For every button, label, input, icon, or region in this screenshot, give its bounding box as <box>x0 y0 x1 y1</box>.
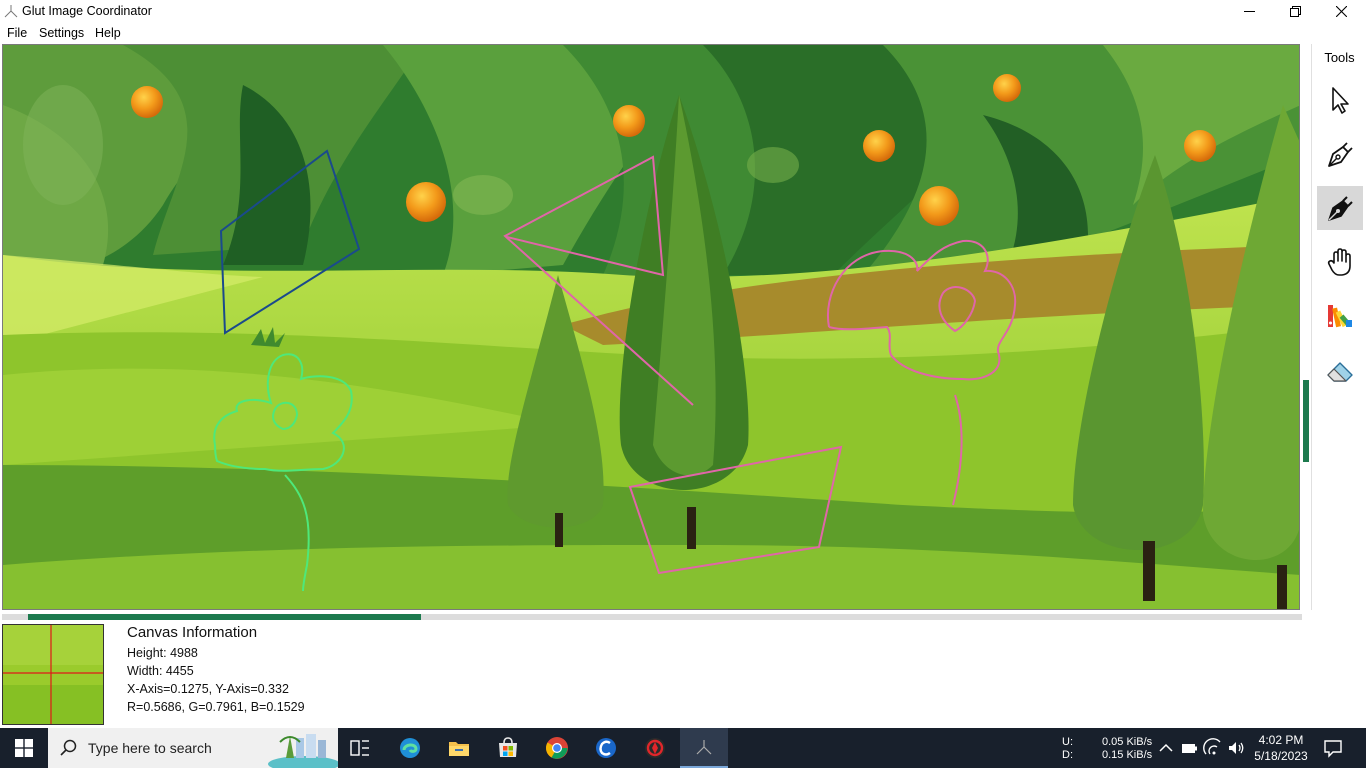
system-clock[interactable]: 4:02 PM 5/18/2023 <box>1248 732 1314 764</box>
clock-date: 5/18/2023 <box>1254 749 1308 763</box>
drawing-canvas[interactable] <box>2 44 1300 610</box>
file-explorer-button[interactable] <box>435 728 483 768</box>
pen-filled-tool[interactable] <box>1317 186 1363 230</box>
pointer-tool[interactable] <box>1317 78 1363 122</box>
ccleaner-icon <box>596 738 616 758</box>
menu-bar: File Settings Help <box>0 22 1366 44</box>
edge-taskbar-button[interactable] <box>386 728 434 768</box>
orange-orb <box>863 130 895 162</box>
net-download-value: 0.15 KiB/s <box>1102 749 1153 761</box>
orange-orb <box>131 86 163 118</box>
eraser-icon <box>1327 362 1353 382</box>
glut-app-taskbar-button[interactable] <box>680 728 728 768</box>
glut-tripod-icon <box>4 5 18 18</box>
restore-icon <box>1289 5 1301 17</box>
windows-taskbar: Type here to search U: D: 0.05 KiB/s 0.1… <box>0 728 1366 768</box>
window-title: Glut Image Coordinator <box>22 4 152 18</box>
net-upload-label: U: <box>1062 736 1073 748</box>
tools-title: Tools <box>1324 50 1355 65</box>
tools-panel: Tools <box>1311 44 1366 610</box>
cursor-rgb-values: R=0.5686, G=0.7961, B=0.1529 <box>127 700 305 714</box>
hand-tool[interactable] <box>1317 240 1363 284</box>
close-button[interactable] <box>1318 0 1364 22</box>
start-button[interactable] <box>0 728 48 768</box>
microsoft-store-icon <box>499 737 517 757</box>
horizontal-scroll-thumb[interactable] <box>28 614 421 620</box>
red-app-icon <box>645 738 665 758</box>
task-view-icon <box>350 740 369 756</box>
cursor-axis-coordinates: X-Axis=0.1275, Y-Axis=0.332 <box>127 682 289 696</box>
orange-orb <box>406 182 446 222</box>
search-highlight-art-icon <box>268 734 338 768</box>
search-icon <box>60 739 77 756</box>
canvas-thumbnail <box>2 624 104 725</box>
hand-icon <box>1327 248 1351 276</box>
orange-orb <box>613 105 645 137</box>
pen-outline-tool[interactable] <box>1317 132 1363 176</box>
color-palette-tool[interactable] <box>1317 294 1363 338</box>
taskbar-search-box[interactable]: Type here to search <box>48 728 338 768</box>
edge-browser-icon <box>400 738 420 758</box>
microsoft-store-button[interactable] <box>484 728 532 768</box>
vertical-scrollbar[interactable] <box>1302 44 1310 610</box>
menu-settings[interactable]: Settings <box>39 26 84 40</box>
red-app-taskbar-button[interactable] <box>631 728 679 768</box>
chrome-browser-icon <box>546 737 568 759</box>
orange-orb <box>993 74 1021 102</box>
glut-app-icon <box>696 740 712 755</box>
windows-logo-icon <box>15 739 33 757</box>
vertical-scroll-thumb[interactable] <box>1303 380 1309 462</box>
minimize-icon <box>1243 10 1255 12</box>
chrome-taskbar-button[interactable] <box>533 728 581 768</box>
menu-file[interactable]: File <box>7 26 27 40</box>
menu-help[interactable]: Help <box>95 26 121 40</box>
battery-icon[interactable] <box>1179 738 1199 758</box>
eraser-tool[interactable] <box>1317 348 1363 392</box>
canvas-height: Height: 4988 <box>127 646 198 660</box>
orange-orb <box>919 186 959 226</box>
pen-nib-filled-icon <box>1328 196 1353 221</box>
restore-button[interactable] <box>1272 0 1318 22</box>
orange-orb <box>1184 130 1216 162</box>
horizontal-scrollbar[interactable] <box>2 614 1302 620</box>
wifi-icon[interactable] <box>1203 738 1223 758</box>
minimize-button[interactable] <box>1226 0 1272 22</box>
ccleaner-taskbar-button[interactable] <box>582 728 630 768</box>
clock-time: 4:02 PM <box>1258 733 1304 747</box>
canvas-width: Width: 4455 <box>127 664 194 678</box>
thumbnail-color-sample <box>3 625 103 724</box>
volume-icon[interactable] <box>1226 738 1246 758</box>
net-upload-value: 0.05 KiB/s <box>1102 736 1153 748</box>
notifications-icon[interactable] <box>1323 738 1343 758</box>
file-explorer-icon <box>449 742 469 756</box>
task-view-button[interactable] <box>336 728 384 768</box>
color-swatches-icon <box>1328 305 1352 328</box>
forest-background-image <box>3 45 1299 609</box>
title-bar: Glut Image Coordinator <box>0 0 1366 22</box>
canvas-info-title: Canvas Information <box>127 624 258 641</box>
search-placeholder: Type here to search <box>88 740 212 756</box>
arrow-cursor-icon <box>1332 87 1349 114</box>
chevron-up-icon[interactable] <box>1156 738 1176 758</box>
pen-nib-outline-icon <box>1328 142 1353 167</box>
net-download-label: D: <box>1062 749 1073 761</box>
close-icon <box>1335 5 1347 17</box>
canvas-information: Canvas Information Height: 4988 Width: 4… <box>127 624 305 716</box>
